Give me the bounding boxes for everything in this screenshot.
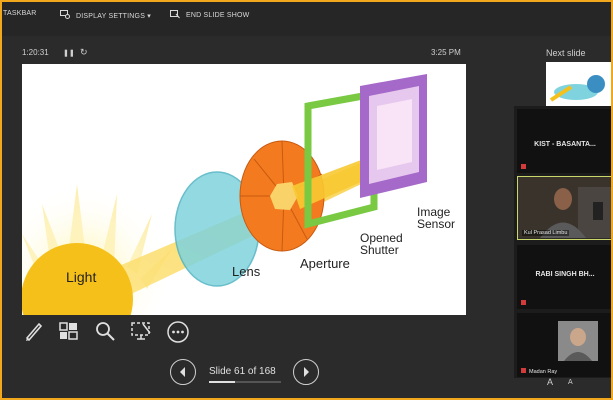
taskbar-button[interactable]: TASKBAR [3, 10, 37, 17]
label-aperture: Aperture [300, 256, 350, 271]
pause-timer-icon[interactable]: ❚❚ [63, 49, 75, 57]
mic-muted-icon [521, 368, 526, 373]
slide-progress-fill [209, 381, 236, 383]
current-slide[interactable]: Light Lens Aperture Opened Shutter Image… [22, 64, 466, 315]
previous-slide-button[interactable] [170, 359, 196, 385]
label-sensor-2: Sensor [417, 217, 455, 231]
chevron-right-icon [304, 367, 309, 377]
participant-tile[interactable]: KIST - BASANTA... [517, 109, 613, 173]
participant-tile[interactable]: Madan Ray [517, 313, 613, 377]
next-slide-thumbnail[interactable] [546, 62, 613, 106]
end-slide-show-label: END SLIDE SHOW [186, 12, 250, 19]
participant-video [518, 177, 611, 238]
presentation-timer: 1:20:31 [22, 48, 49, 57]
next-slide-button[interactable] [293, 359, 319, 385]
top-toolbar: TASKBAR DISPLAY SETTINGS ▾ END SLIDE SHO… [0, 0, 613, 36]
slide-counter[interactable]: Slide 61 of 168 [209, 366, 276, 377]
participant-name: Kul Prasad Limbu [522, 230, 570, 236]
display-settings-button[interactable]: DISPLAY SETTINGS ▾ [60, 10, 151, 21]
mic-muted-icon [521, 300, 526, 305]
current-time: 3:25 PM [431, 48, 461, 57]
participant-tile[interactable]: RABI SINGH BH... [517, 245, 613, 309]
display-settings-label: DISPLAY SETTINGS ▾ [76, 12, 151, 20]
participant-name: RABI SINGH BH... [535, 271, 595, 278]
chevron-left-icon [180, 367, 185, 377]
participants-panel: KIST - BASANTA... Kul Prasad Limbu RABI … [514, 106, 613, 378]
reset-timer-icon[interactable]: ↻ [80, 47, 88, 58]
zoom-search-icon[interactable] [94, 320, 118, 344]
pen-tool-icon[interactable] [23, 320, 47, 344]
participant-avatar [558, 321, 598, 361]
label-shutter-2: Shutter [360, 243, 399, 257]
screen-icon[interactable] [130, 320, 154, 344]
more-options-icon[interactable] [166, 320, 190, 344]
display-settings-icon [60, 10, 70, 21]
label-lens: Lens [232, 264, 261, 279]
mic-muted-icon [521, 164, 526, 169]
see-all-slides-icon[interactable] [58, 320, 82, 344]
end-slide-show-button[interactable]: END SLIDE SHOW [170, 10, 249, 21]
slide-progress-bar [209, 381, 281, 383]
participant-tile-active[interactable]: Kul Prasad Limbu [517, 176, 613, 240]
camera-diagram: Light Lens Aperture Opened Shutter Image… [22, 74, 455, 315]
end-show-icon [170, 10, 180, 21]
participant-name: Madan Ray [529, 369, 558, 375]
increase-font-button[interactable]: A [547, 377, 553, 387]
image-sensor [360, 74, 427, 198]
participant-name: KIST - BASANTA... [534, 141, 596, 148]
next-slide-label: Next slide [546, 48, 586, 58]
label-light: Light [66, 269, 96, 285]
decrease-font-button[interactable]: A [568, 379, 573, 386]
taskbar-label: TASKBAR [3, 10, 37, 17]
